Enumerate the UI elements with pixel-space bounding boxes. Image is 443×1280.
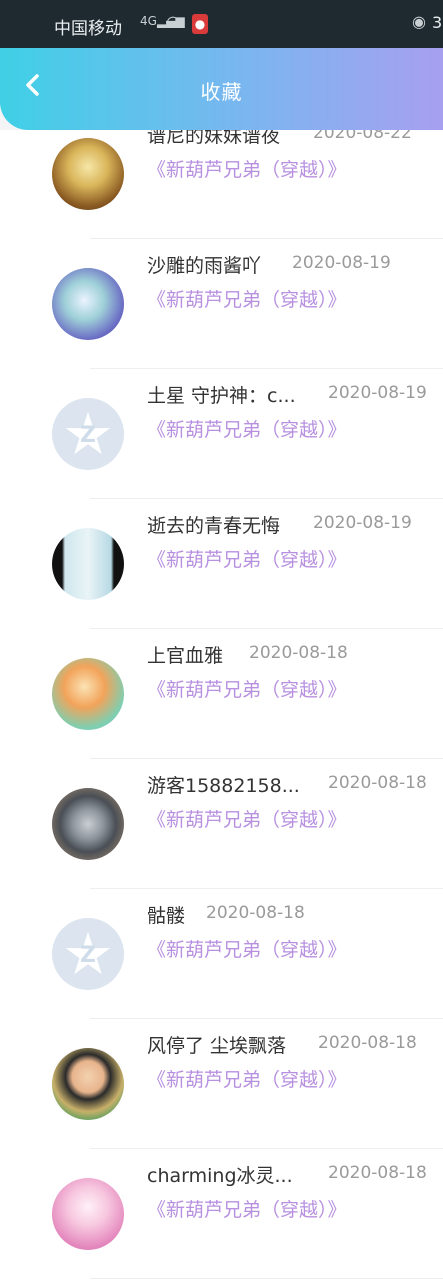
eye-icon: ◉ [412, 12, 426, 31]
book-title-link[interactable]: 《新葫芦兄弟（穿越）》 [147, 285, 347, 312]
favorite-date: 2020-08-18 [328, 1163, 427, 1183]
favorite-date: 2020-08-18 [249, 643, 348, 663]
avatar [52, 268, 124, 340]
book-title-link[interactable]: 《新葫芦兄弟（穿越）》 [147, 805, 347, 832]
user-name: 骷髅 [147, 905, 186, 927]
z-logo-icon: Z [80, 423, 96, 448]
favorite-date: 2020-08-22 [313, 130, 412, 143]
app-bar: 收藏 [0, 48, 443, 130]
list-item[interactable]: 沙雕的雨酱吖 2020-08-19 《新葫芦兄弟（穿越）》 [0, 239, 443, 369]
book-title-link[interactable]: 《新葫芦兄弟（穿越）》 [147, 415, 347, 442]
book-title-link[interactable]: 《新葫芦兄弟（穿越）》 [147, 1195, 347, 1222]
avatar: ★ Z [52, 918, 124, 990]
user-name: 游客15882158... [147, 775, 300, 797]
book-title-link[interactable]: 《新葫芦兄弟（穿越）》 [147, 155, 347, 182]
user-name: 沙雕的雨酱吖 [147, 255, 262, 277]
favorite-date: 2020-08-18 [206, 903, 305, 923]
network-type: 4G [140, 14, 157, 28]
favorite-date: 2020-08-18 [328, 773, 427, 793]
user-name: 逝去的青春无悔 [147, 515, 281, 537]
book-title-link[interactable]: 《新葫芦兄弟（穿越）》 [147, 675, 347, 702]
favorite-date: 2020-08-19 [313, 513, 412, 533]
wifi-icon: ◠ [166, 12, 180, 31]
list-item[interactable]: 逝去的青春无悔 2020-08-19 《新葫芦兄弟（穿越）》 [0, 499, 443, 629]
user-name: 谱尼的妹妹谱夜 [147, 130, 281, 147]
status-bar: 中国移动 4G▂▄▆ ◠ ● ◉ 3 [0, 0, 443, 48]
battery-level: 3 [432, 13, 443, 32]
list-item[interactable]: 风停了 尘埃飘落 2020-08-18 《新葫芦兄弟（穿越）》 [0, 1019, 443, 1149]
avatar [52, 138, 124, 210]
avatar [52, 1048, 124, 1120]
user-name: charming冰灵... [147, 1165, 293, 1187]
list-item[interactable]: 谱尼的妹妹谱夜 2020-08-22 《新葫芦兄弟（穿越）》 [0, 130, 443, 239]
avatar [52, 658, 124, 730]
list-item[interactable]: 上官血雅 2020-08-18 《新葫芦兄弟（穿越）》 [0, 629, 443, 759]
avatar [52, 788, 124, 860]
page-title: 收藏 [200, 80, 243, 104]
list-item[interactable]: 游客15882158... 2020-08-18 《新葫芦兄弟（穿越）》 [0, 759, 443, 889]
favorites-list: 谱尼的妹妹谱夜 2020-08-22 《新葫芦兄弟（穿越）》 沙雕的雨酱吖 20… [0, 130, 443, 1280]
list-item[interactable]: ★ Z 土星 守护神：c... 2020-08-19 《新葫芦兄弟（穿越）》 [0, 369, 443, 499]
carrier-label: 中国移动 [54, 19, 122, 39]
user-name: 土星 守护神：c... [147, 385, 296, 407]
divider [90, 1278, 443, 1279]
favorite-date: 2020-08-19 [328, 383, 427, 403]
avatar: ★ Z [52, 398, 124, 470]
user-name: 上官血雅 [147, 645, 224, 667]
book-title-link[interactable]: 《新葫芦兄弟（穿越）》 [147, 935, 347, 962]
book-title-link[interactable]: 《新葫芦兄弟（穿越）》 [147, 1065, 347, 1092]
avatar [52, 528, 124, 600]
favorite-date: 2020-08-19 [292, 253, 391, 273]
user-name: 风停了 尘埃飘落 [147, 1035, 287, 1057]
list-item[interactable]: ★ Z 骷髅 2020-08-18 《新葫芦兄弟（穿越）》 [0, 889, 443, 1019]
book-title-link[interactable]: 《新葫芦兄弟（穿越）》 [147, 545, 347, 572]
favorite-date: 2020-08-18 [318, 1033, 417, 1053]
list-item[interactable]: charming冰灵... 2020-08-18 《新葫芦兄弟（穿越）》 [0, 1149, 443, 1279]
microphone-icon: ● [192, 14, 208, 34]
z-logo-icon: Z [80, 943, 96, 968]
avatar [52, 1178, 124, 1250]
